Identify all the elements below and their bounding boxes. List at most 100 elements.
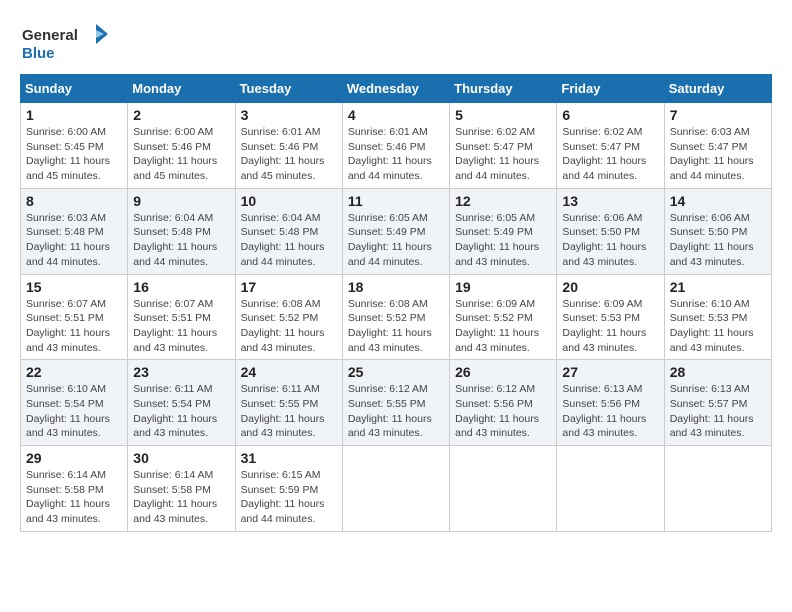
calendar-cell: 1 Sunrise: 6:00 AMSunset: 5:45 PMDaylight… [21, 103, 128, 189]
day-info: Sunrise: 6:01 AMSunset: 5:46 PMDaylight:… [348, 125, 444, 184]
calendar-cell: 12Sunrise: 6:05 AMSunset: 5:49 PMDayligh… [450, 188, 557, 274]
day-number: 15 [26, 279, 122, 295]
day-number: 14 [670, 193, 766, 209]
calendar-week-row: 22 Sunrise: 6:10 AMSunset: 5:54 PMDayligh… [21, 360, 772, 446]
calendar-cell: 2 Sunrise: 6:00 AMSunset: 5:46 PMDaylight… [128, 103, 235, 189]
calendar-cell: 20 Sunrise: 6:09 AMSunset: 5:53 PMDayligh… [557, 274, 664, 360]
calendar-cell: 21 Sunrise: 6:10 AMSunset: 5:53 PMDayligh… [664, 274, 771, 360]
day-info: Sunrise: 6:08 AMSunset: 5:52 PMDaylight:… [348, 297, 444, 356]
calendar-cell: 18 Sunrise: 6:08 AMSunset: 5:52 PMDayligh… [342, 274, 449, 360]
day-info: Sunrise: 6:02 AMSunset: 5:47 PMDaylight:… [562, 125, 658, 184]
calendar-cell: 14 Sunrise: 6:06 AMSunset: 5:50 PMDayligh… [664, 188, 771, 274]
day-number: 20 [562, 279, 658, 295]
calendar-cell: 11Sunrise: 6:05 AMSunset: 5:49 PMDayligh… [342, 188, 449, 274]
day-number: 5 [455, 107, 551, 123]
day-info: Sunrise: 6:06 AMSunset: 5:50 PMDaylight:… [562, 211, 658, 270]
day-info: Sunrise: 6:01 AMSunset: 5:46 PMDaylight:… [241, 125, 337, 184]
calendar-cell [557, 446, 664, 532]
svg-text:General: General [22, 27, 78, 44]
day-info: Sunrise: 6:05 AMSunset: 5:49 PMDaylight:… [348, 211, 444, 270]
day-info: Sunrise: 6:13 AMSunset: 5:56 PMDaylight:… [562, 382, 658, 441]
calendar-cell: 10Sunrise: 6:04 AMSunset: 5:48 PMDayligh… [235, 188, 342, 274]
day-number: 2 [133, 107, 229, 123]
calendar-cell: 29 Sunrise: 6:14 AMSunset: 5:58 PMDayligh… [21, 446, 128, 532]
calendar-week-row: 15 Sunrise: 6:07 AMSunset: 5:51 PMDayligh… [21, 274, 772, 360]
calendar-cell: 17Sunrise: 6:08 AMSunset: 5:52 PMDayligh… [235, 274, 342, 360]
calendar-cell [342, 446, 449, 532]
day-number: 23 [133, 364, 229, 380]
day-info: Sunrise: 6:09 AMSunset: 5:52 PMDaylight:… [455, 297, 551, 356]
calendar-cell: 4Sunrise: 6:01 AMSunset: 5:46 PMDaylight… [342, 103, 449, 189]
calendar-week-row: 29 Sunrise: 6:14 AMSunset: 5:58 PMDayligh… [21, 446, 772, 532]
page-header: General Blue [20, 20, 772, 64]
day-info: Sunrise: 6:03 AMSunset: 5:48 PMDaylight:… [26, 211, 122, 270]
day-number: 18 [348, 279, 444, 295]
day-number: 26 [455, 364, 551, 380]
calendar-cell: 6 Sunrise: 6:02 AMSunset: 5:47 PMDaylight… [557, 103, 664, 189]
day-number: 16 [133, 279, 229, 295]
day-info: Sunrise: 6:15 AMSunset: 5:59 PMDaylight:… [241, 468, 337, 527]
calendar-cell: 23 Sunrise: 6:11 AMSunset: 5:54 PMDayligh… [128, 360, 235, 446]
calendar-week-row: 8Sunrise: 6:03 AMSunset: 5:48 PMDaylight… [21, 188, 772, 274]
day-number: 1 [26, 107, 122, 123]
calendar-cell: 26 Sunrise: 6:12 AMSunset: 5:56 PMDayligh… [450, 360, 557, 446]
day-number: 28 [670, 364, 766, 380]
day-number: 19 [455, 279, 551, 295]
day-info: Sunrise: 6:06 AMSunset: 5:50 PMDaylight:… [670, 211, 766, 270]
day-info: Sunrise: 6:14 AMSunset: 5:58 PMDaylight:… [26, 468, 122, 527]
day-info: Sunrise: 6:11 AMSunset: 5:55 PMDaylight:… [241, 382, 337, 441]
day-number: 31 [241, 450, 337, 466]
column-header-friday: Friday [557, 75, 664, 103]
day-number: 9 [133, 193, 229, 209]
day-info: Sunrise: 6:00 AMSunset: 5:45 PMDaylight:… [26, 125, 122, 184]
day-info: Sunrise: 6:10 AMSunset: 5:54 PMDaylight:… [26, 382, 122, 441]
day-info: Sunrise: 6:07 AMSunset: 5:51 PMDaylight:… [133, 297, 229, 356]
calendar-cell: 28Sunrise: 6:13 AMSunset: 5:57 PMDayligh… [664, 360, 771, 446]
calendar-header-row: SundayMondayTuesdayWednesdayThursdayFrid… [21, 75, 772, 103]
logo-icon: General Blue [20, 20, 110, 64]
day-info: Sunrise: 6:09 AMSunset: 5:53 PMDaylight:… [562, 297, 658, 356]
calendar-cell: 25Sunrise: 6:12 AMSunset: 5:55 PMDayligh… [342, 360, 449, 446]
calendar-cell: 8Sunrise: 6:03 AMSunset: 5:48 PMDaylight… [21, 188, 128, 274]
calendar-cell [450, 446, 557, 532]
calendar-cell: 3 Sunrise: 6:01 AMSunset: 5:46 PMDaylight… [235, 103, 342, 189]
day-number: 7 [670, 107, 766, 123]
calendar-cell: 7Sunrise: 6:03 AMSunset: 5:47 PMDaylight… [664, 103, 771, 189]
calendar-cell [664, 446, 771, 532]
column-header-monday: Monday [128, 75, 235, 103]
column-header-wednesday: Wednesday [342, 75, 449, 103]
calendar-cell: 16 Sunrise: 6:07 AMSunset: 5:51 PMDayligh… [128, 274, 235, 360]
calendar-week-row: 1 Sunrise: 6:00 AMSunset: 5:45 PMDaylight… [21, 103, 772, 189]
calendar-cell: 24 Sunrise: 6:11 AMSunset: 5:55 PMDayligh… [235, 360, 342, 446]
day-number: 30 [133, 450, 229, 466]
calendar-cell: 15Sunrise: 6:07 AMSunset: 5:51 PMDayligh… [21, 274, 128, 360]
day-number: 24 [241, 364, 337, 380]
day-number: 27 [562, 364, 658, 380]
day-number: 17 [241, 279, 337, 295]
day-info: Sunrise: 6:12 AMSunset: 5:55 PMDaylight:… [348, 382, 444, 441]
calendar-cell: 31 Sunrise: 6:15 AMSunset: 5:59 PMDayligh… [235, 446, 342, 532]
svg-text:Blue: Blue [22, 45, 55, 62]
calendar-cell: 30 Sunrise: 6:14 AMSunset: 5:58 PMDayligh… [128, 446, 235, 532]
calendar-cell: 27 Sunrise: 6:13 AMSunset: 5:56 PMDayligh… [557, 360, 664, 446]
day-info: Sunrise: 6:11 AMSunset: 5:54 PMDaylight:… [133, 382, 229, 441]
day-number: 29 [26, 450, 122, 466]
day-number: 12 [455, 193, 551, 209]
day-info: Sunrise: 6:12 AMSunset: 5:56 PMDaylight:… [455, 382, 551, 441]
day-number: 6 [562, 107, 658, 123]
column-header-sunday: Sunday [21, 75, 128, 103]
day-number: 22 [26, 364, 122, 380]
day-info: Sunrise: 6:10 AMSunset: 5:53 PMDaylight:… [670, 297, 766, 356]
day-number: 13 [562, 193, 658, 209]
day-number: 3 [241, 107, 337, 123]
calendar-cell: 9Sunrise: 6:04 AMSunset: 5:48 PMDaylight… [128, 188, 235, 274]
calendar-cell: 19 Sunrise: 6:09 AMSunset: 5:52 PMDayligh… [450, 274, 557, 360]
day-number: 10 [241, 193, 337, 209]
column-header-saturday: Saturday [664, 75, 771, 103]
day-info: Sunrise: 6:14 AMSunset: 5:58 PMDaylight:… [133, 468, 229, 527]
calendar-cell: 5 Sunrise: 6:02 AMSunset: 5:47 PMDaylight… [450, 103, 557, 189]
day-info: Sunrise: 6:00 AMSunset: 5:46 PMDaylight:… [133, 125, 229, 184]
day-info: Sunrise: 6:02 AMSunset: 5:47 PMDaylight:… [455, 125, 551, 184]
column-header-tuesday: Tuesday [235, 75, 342, 103]
day-number: 21 [670, 279, 766, 295]
